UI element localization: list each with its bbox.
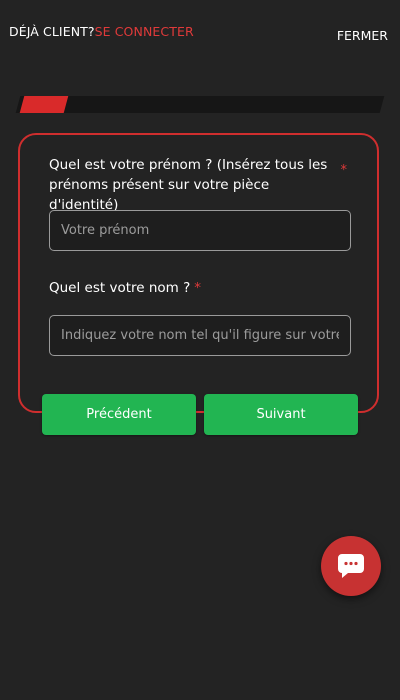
progress-bar	[15, 96, 385, 113]
lastname-label: Quel est votre nom ?	[49, 280, 191, 296]
lastname-input[interactable]	[49, 315, 351, 356]
chat-button[interactable]	[321, 536, 381, 596]
progress-bar-fill	[19, 96, 68, 113]
firstname-required-marker: *	[340, 163, 348, 178]
chat-bubble-icon	[338, 554, 364, 578]
header-login-prompt: DÉJÀ CLIENT?SE CONNECTER	[9, 24, 194, 39]
firstname-input[interactable]	[49, 210, 351, 251]
close-button[interactable]: FERMER	[337, 28, 388, 43]
next-button[interactable]: Suivant	[204, 394, 358, 435]
already-client-text: DÉJÀ CLIENT?	[9, 24, 95, 39]
firstname-label: Quel est votre prénom ? (Insérez tous le…	[49, 157, 328, 213]
form-card: Quel est votre prénom ? (Insérez tous le…	[18, 133, 379, 413]
lastname-label-row: Quel est votre nom ? *	[49, 278, 349, 298]
lastname-required-marker: *	[194, 280, 202, 296]
previous-button[interactable]: Précédent	[42, 394, 196, 435]
login-link[interactable]: SE CONNECTER	[95, 24, 194, 39]
